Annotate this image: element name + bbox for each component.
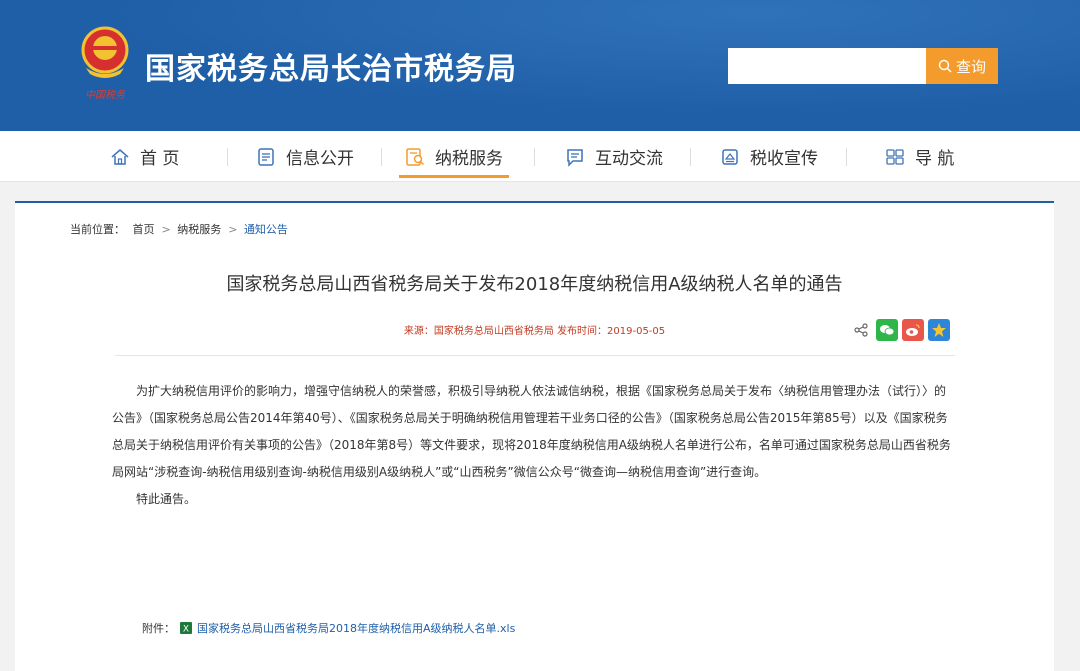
search-button[interactable]: 查询 [926,48,998,84]
excel-file-icon: X [180,622,192,635]
nav-item-interaction[interactable]: 互动交流 [565,131,663,182]
breadcrumb: 当前位置： 首页 > 纳税服务 > 通知公告 [70,221,292,237]
search-button-label: 查询 [955,57,986,76]
main-nav: 首 页 信息公开 纳税服务 互动交流 税收宣传 导 航 [0,131,1080,182]
site-header: 中国税务 国家税务总局长治市税务局 查询 [0,0,1080,131]
chevron-right-icon: > [228,223,238,236]
nav-divider [690,148,691,166]
article-title: 国家税务总局山西省税务局关于发布2018年度纳税信用A级纳税人名单的通告 [226,274,843,295]
article-closing: 特此通告。 [136,492,197,506]
home-icon [111,148,129,165]
grid-icon [886,148,904,165]
weibo-icon[interactable] [902,319,924,341]
nav-label-navigation: 导 航 [915,149,955,169]
nav-item-publicity[interactable]: 税收宣传 [720,131,818,182]
tax-emblem-icon: 中国税务 [81,26,129,101]
wechat-icon[interactable] [876,319,898,341]
breadcrumb-prefix: 当前位置： [70,223,125,236]
nav-item-navigation[interactable]: 导 航 [885,131,954,182]
search-icon [938,59,952,73]
nav-item-home[interactable]: 首 页 [110,131,179,182]
nav-label-home: 首 页 [140,149,180,169]
document-icon [258,147,274,166]
chat-icon [567,148,583,167]
nav-divider [227,148,228,166]
breadcrumb-notice[interactable]: 通知公告 [244,223,288,236]
title-divider [115,355,955,356]
nav-item-info[interactable]: 信息公开 [256,131,354,182]
article-paragraph: 为扩大纳税信用评价的影响力，增强守信纳税人的荣誉感，积极引导纳税人依法诚信纳税，… [112,384,951,479]
article-panel: 当前位置： 首页 > 纳税服务 > 通知公告 国家税务总局山西省税务局关于发布201… [15,201,1054,671]
nav-label-info: 信息公开 [286,149,354,169]
article-body: 为扩大纳税信用评价的影响力，增强守信纳税人的荣誉感，积极引导纳税人依法诚信纳税，… [112,378,952,513]
favorite-icon[interactable] [928,319,950,341]
search-document-icon [406,147,425,166]
breadcrumb-home[interactable]: 首页 [133,223,155,236]
site-title: 国家税务总局长治市税务局 [145,52,517,87]
broadcast-icon [722,148,738,165]
share-bar [850,319,950,341]
attachment-link[interactable]: 国家税务总局山西省税务局2018年度纳税信用A级纳税人名单.xls [197,620,515,636]
breadcrumb-tax-service[interactable]: 纳税服务 [177,223,221,236]
nav-divider [381,148,382,166]
nav-divider [846,148,847,166]
attachment-label: 附件： [142,622,175,635]
nav-label-publicity: 税收宣传 [750,149,818,169]
chevron-right-icon: > [161,223,171,236]
nav-item-tax-service[interactable]: 纳税服务 [399,131,509,182]
nav-label-interaction: 互动交流 [595,149,663,169]
nav-label-tax-service: 纳税服务 [435,149,503,169]
search-input[interactable] [728,48,928,84]
share-icon[interactable] [850,319,872,341]
nav-divider [534,148,535,166]
svg-text:X: X [183,625,189,635]
active-tab-indicator [399,175,509,178]
attachment: 附件： X 国家税务总局山西省税务局2018年度纳税信用A级纳税人名单.xls [142,620,515,636]
emblem-caption: 中国税务 [85,89,126,101]
